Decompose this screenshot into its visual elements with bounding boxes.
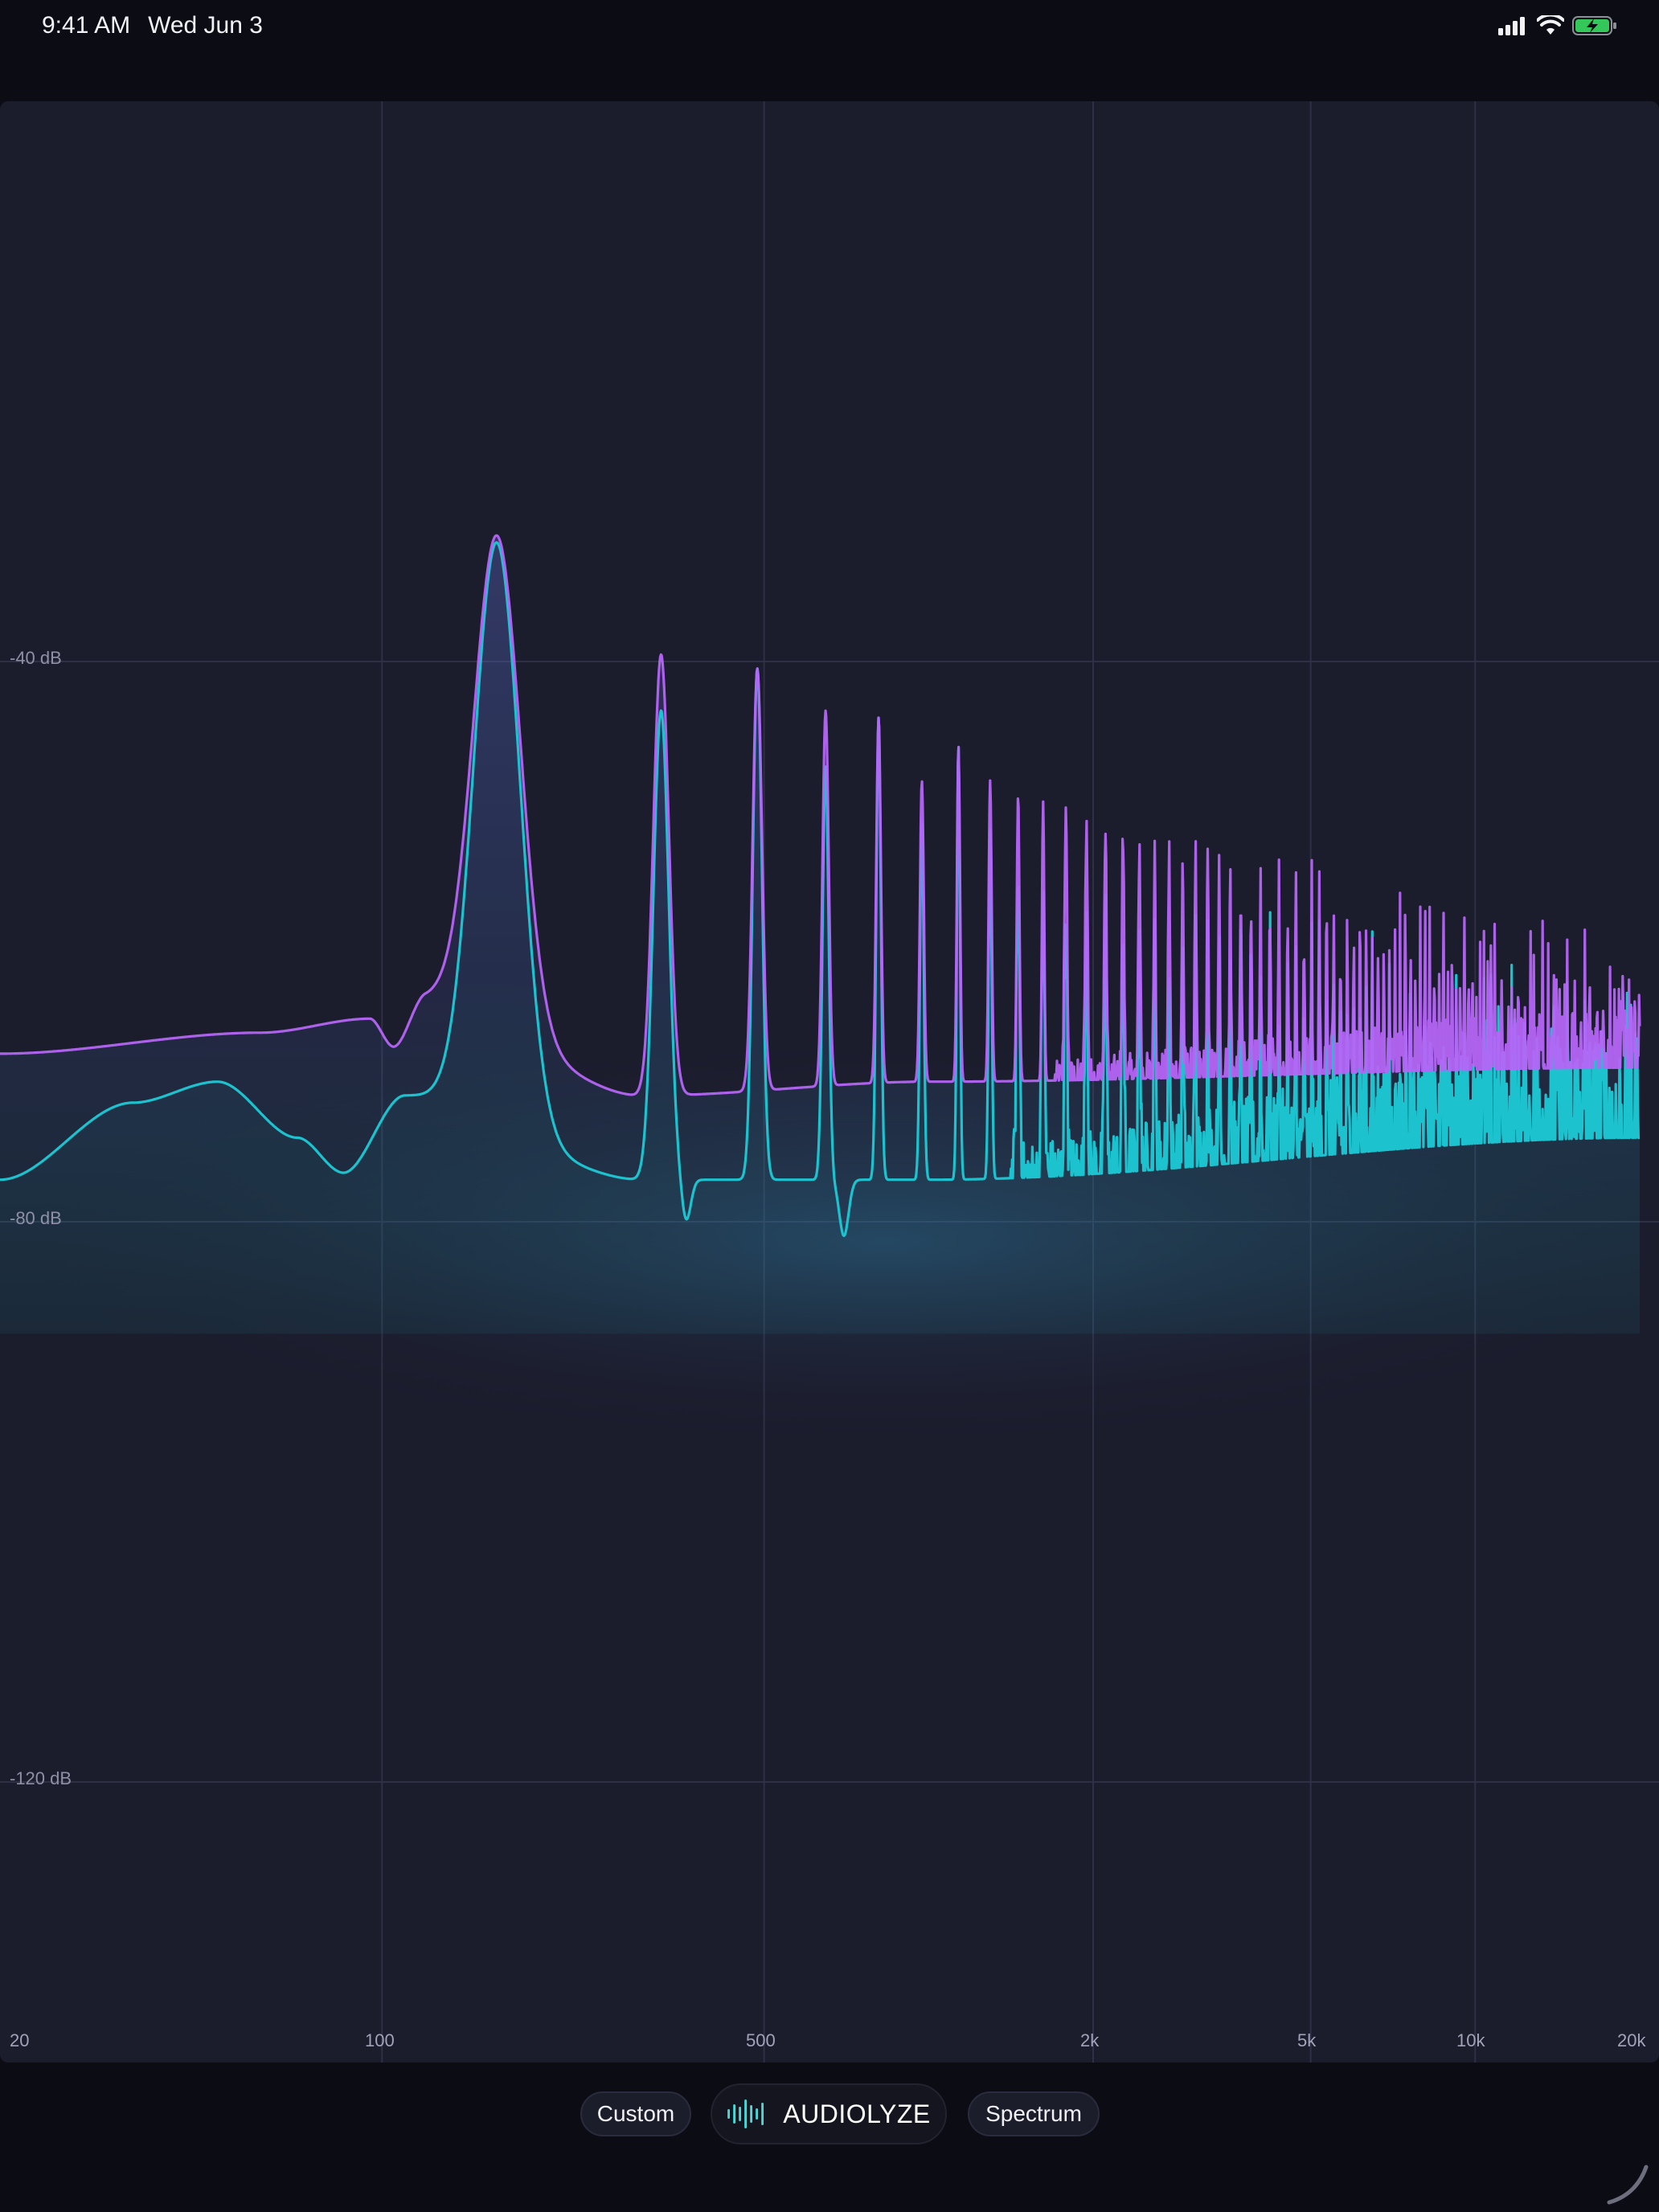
status-left: 9:41 AM Wed Jun 3: [42, 12, 263, 39]
x-tick-label: 100: [365, 2030, 395, 2050]
custom-button[interactable]: Custom: [580, 2091, 691, 2136]
x-tick-label: 2k: [1080, 2030, 1100, 2050]
resize-handle-icon[interactable]: [1604, 2159, 1653, 2207]
battery-charging-icon: [1572, 16, 1616, 35]
custom-button-label: Custom: [596, 2101, 675, 2126]
spectrum-button-label: Spectrum: [985, 2101, 1082, 2126]
status-bar: 9:41 AM Wed Jun 3: [0, 0, 1659, 51]
series-a-line: [0, 534, 1641, 1096]
brand-name: AUDIOLYZE: [783, 2099, 931, 2128]
x-tick-label: 20: [10, 2030, 30, 2050]
audiolyze-button[interactable]: AUDIOLYZE: [711, 2083, 947, 2144]
status-right: [1498, 15, 1617, 36]
x-tick-label: 500: [746, 2030, 776, 2050]
x-tick-label: 20k: [1617, 2030, 1646, 2050]
x-tick-label: 5k: [1297, 2030, 1317, 2050]
y-tick-label: -120 dB: [10, 1768, 72, 1788]
status-date: Wed Jun 3: [148, 12, 263, 39]
waveform-icon: [727, 2099, 764, 2128]
status-time: 9:41 AM: [42, 12, 131, 39]
y-tick-label: -40 dB: [10, 648, 62, 668]
wifi-icon: [1537, 15, 1564, 35]
x-tick-label: 10k: [1456, 2030, 1485, 2050]
cellular-signal-icon: [1498, 17, 1525, 35]
y-tick-label: -80 dB: [10, 1208, 62, 1228]
spectrum-panel[interactable]: -40 dB -80 dB -120 dB 20 100 500 2k 5k 1…: [0, 101, 1659, 2062]
spectrum-chart[interactable]: [0, 101, 1659, 2062]
spectrum-button[interactable]: Spectrum: [968, 2091, 1100, 2136]
